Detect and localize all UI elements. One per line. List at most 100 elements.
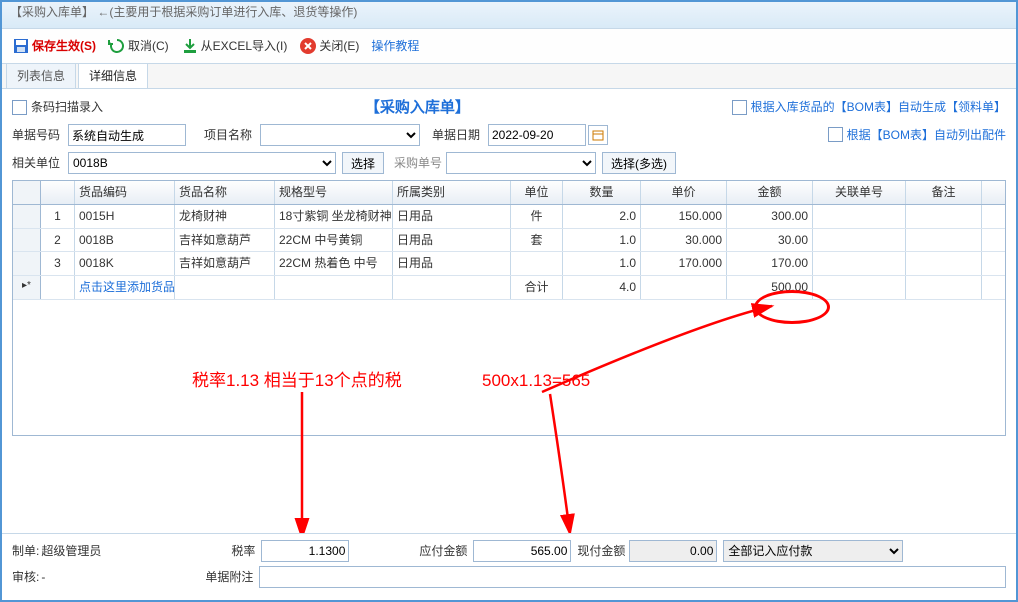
col-price[interactable]: 单价 [641, 181, 727, 204]
col-amt[interactable]: 金额 [727, 181, 813, 204]
cell-code: 0018K [75, 252, 175, 275]
row-handle-header [13, 181, 41, 204]
cell-spec: 22CM 热着色 中号 [275, 252, 393, 275]
tab-strip: 列表信息 详细信息 [2, 64, 1016, 89]
cell-code: 0018B [75, 229, 175, 252]
col-index [41, 181, 75, 204]
cell-name: 吉祥如意葫芦 [175, 229, 275, 252]
cell-link [813, 205, 906, 228]
title-bar: 【采购入库单】 ←(主要用于根据采购订单进行入库、退货等操作) [2, 2, 1016, 29]
help-link[interactable]: 操作教程 [371, 38, 419, 55]
import-excel-button[interactable]: 从EXCEL导入(I) [181, 37, 288, 55]
cell-qty: 1.0 [563, 229, 641, 252]
checkbox-icon [828, 127, 843, 142]
date-input[interactable] [488, 124, 586, 146]
doc-no-input[interactable] [68, 124, 186, 146]
maker-label: 制单: [12, 543, 39, 560]
table-row[interactable]: 2 0018B 吉祥如意葫芦 22CM 中号黄铜 日用品 套 1.0 30.00… [13, 229, 1005, 253]
table-row[interactable]: 1 0015H 龙椅财神 18寸紫铜 坐龙椅财神 日用品 件 2.0 150.0… [13, 205, 1005, 229]
col-name[interactable]: 货品名称 [175, 181, 275, 204]
download-icon [181, 37, 199, 55]
tab-list[interactable]: 列表信息 [6, 63, 76, 88]
tab-detail[interactable]: 详细信息 [78, 63, 148, 88]
cell-qty: 1.0 [563, 252, 641, 275]
cell-unit: 件 [511, 205, 563, 228]
choose-vendor-button[interactable]: 选择 [342, 152, 384, 174]
row-handle [13, 205, 41, 228]
grid-body: 1 0015H 龙椅财神 18寸紫铜 坐龙椅财神 日用品 件 2.0 150.0… [13, 205, 1005, 435]
cell-idx: 3 [41, 252, 75, 275]
cell-link [813, 229, 906, 252]
payable-label: 应付金额 [419, 543, 467, 560]
tax-label: 税率 [231, 543, 255, 560]
calendar-button[interactable] [588, 125, 608, 145]
audit-label: 审核: [12, 569, 39, 586]
cell-spec: 22CM 中号黄铜 [275, 229, 393, 252]
col-spec[interactable]: 规格型号 [275, 181, 393, 204]
col-code[interactable]: 货品编码 [75, 181, 175, 204]
import-label: 从EXCEL导入(I) [201, 38, 288, 55]
toolbar: 保存生效(S) 取消(C) 从EXCEL导入(I) 关闭(E) 操作教程 [2, 29, 1016, 64]
annotation-text-1: 税率1.13 相当于13个点的税 [192, 369, 402, 393]
row-handle [13, 229, 41, 252]
cash-input [629, 540, 717, 562]
po-select[interactable] [446, 152, 596, 174]
save-button[interactable]: 保存生效(S) [12, 37, 96, 55]
col-qty[interactable]: 数量 [563, 181, 641, 204]
app-window: 【采购入库单】 ←(主要用于根据采购订单进行入库、退货等操作) 保存生效(S) … [0, 0, 1018, 602]
total-label: 合计 [511, 276, 563, 299]
col-cat[interactable]: 所属类别 [393, 181, 511, 204]
attach-input[interactable] [259, 566, 1006, 588]
checkbox-icon [12, 100, 27, 115]
save-label: 保存生效(S) [32, 38, 96, 55]
cell-cat: 日用品 [393, 252, 511, 275]
total-amt: 500.00 [727, 276, 813, 299]
cell-idx [41, 276, 75, 299]
close-icon [299, 37, 317, 55]
help-label: 操作教程 [371, 38, 419, 55]
date-label: 单据日期 [432, 127, 488, 144]
project-select[interactable] [260, 124, 420, 146]
cell-code: 0015H [75, 205, 175, 228]
cancel-button[interactable]: 取消(C) [108, 37, 169, 55]
doc-no-label: 单据号码 [12, 127, 68, 144]
grid-header: 货品编码 货品名称 规格型号 所属类别 单位 数量 单价 金额 关联单号 备注 [13, 180, 1005, 205]
autogen-label: 根据入库货品的【BOM表】自动生成【领料单】 [751, 99, 1006, 116]
col-unit[interactable]: 单位 [511, 181, 563, 204]
barcode-label: 条码扫描录入 [31, 99, 103, 116]
choose-multi-button[interactable]: 选择(多选) [602, 152, 676, 174]
cancel-label: 取消(C) [128, 38, 169, 55]
col-note[interactable]: 备注 [906, 181, 982, 204]
bom-label: 根据【BOM表】自动列出配件 [847, 127, 1006, 144]
cell-idx: 1 [41, 205, 75, 228]
maker-value: 超级管理员 [41, 543, 101, 560]
items-grid: 货品编码 货品名称 规格型号 所属类别 单位 数量 单价 金额 关联单号 备注 … [12, 180, 1006, 436]
audit-value: - [41, 569, 45, 586]
cell-price: 170.000 [641, 252, 727, 275]
vendor-select[interactable]: 0018B [68, 152, 336, 174]
table-row[interactable]: 3 0018K 吉祥如意葫芦 22CM 热着色 中号 日用品 1.0 170.0… [13, 252, 1005, 276]
cell-name: 龙椅财神 [175, 205, 275, 228]
vendor-label: 相关单位 [12, 155, 68, 172]
cell-cat: 日用品 [393, 205, 511, 228]
cell-qty: 2.0 [563, 205, 641, 228]
page-title: 【采购入库单】 [365, 97, 470, 118]
cell-note [906, 205, 982, 228]
footer: 制单: 超级管理员 税率 应付金额 现付金额 全部记入应付款 审核: - 单据附… [2, 533, 1016, 600]
cell-idx: 2 [41, 229, 75, 252]
cell-spec: 18寸紫铜 坐龙椅财神 [275, 205, 393, 228]
barcode-checkbox[interactable]: 条码扫描录入 [12, 99, 103, 116]
payable-input[interactable] [473, 540, 571, 562]
bom-checkbox[interactable]: 根据【BOM表】自动列出配件 [828, 127, 1006, 144]
add-item-hint[interactable]: 点击这里添加货品 [75, 276, 175, 299]
row-handle [13, 252, 41, 275]
cell-amt: 30.00 [727, 229, 813, 252]
autogen-checkbox[interactable]: 根据入库货品的【BOM表】自动生成【领料单】 [732, 99, 1006, 116]
col-link[interactable]: 关联单号 [813, 181, 906, 204]
close-button[interactable]: 关闭(E) [299, 37, 359, 55]
tax-rate-input[interactable] [261, 540, 349, 562]
total-qty: 4.0 [563, 276, 641, 299]
payment-option-select[interactable]: 全部记入应付款 [723, 540, 903, 562]
project-label: 项目名称 [204, 127, 260, 144]
table-row-new[interactable]: ▸* 点击这里添加货品 合计 4.0 500.00 [13, 276, 1005, 300]
